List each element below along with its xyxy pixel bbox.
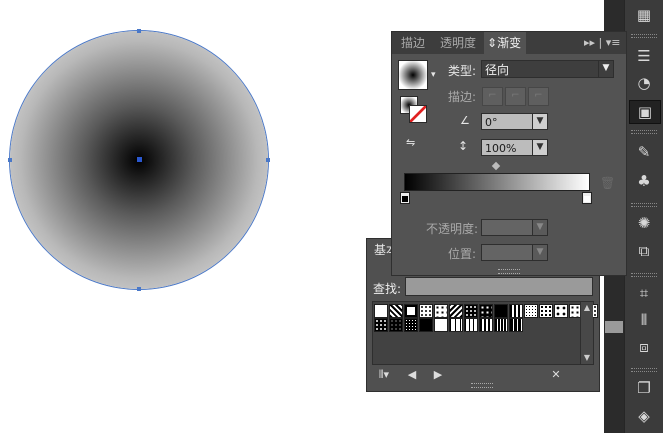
symbol-icon[interactable]: ✺ xyxy=(629,212,659,234)
opacity-input xyxy=(481,219,533,236)
swatch[interactable] xyxy=(464,318,478,332)
angle-dropdown-icon[interactable]: ▼ xyxy=(532,113,548,130)
center-point[interactable] xyxy=(137,157,142,162)
resize-grip[interactable] xyxy=(471,383,493,388)
align-icon[interactable]: ⌗ xyxy=(629,282,659,304)
swatch[interactable] xyxy=(389,304,403,318)
stroke-across-icon: ⌐ xyxy=(528,87,549,106)
resize-grip[interactable] xyxy=(498,269,520,274)
trash-icon[interactable]: 🗑 xyxy=(600,176,615,190)
tab-gradient[interactable]: ⇕渐变 xyxy=(484,32,527,54)
library-menu-icon[interactable]: ⫴▾ xyxy=(375,368,393,384)
dock-grip[interactable] xyxy=(631,273,657,277)
search-label: 查找: xyxy=(373,282,402,296)
swatch-grid[interactable]: ▲ ▼ xyxy=(372,301,598,365)
no-stroke-swatch[interactable] xyxy=(409,105,427,123)
gradient-slider[interactable] xyxy=(404,173,590,191)
transform-icon[interactable]: ⧉ xyxy=(629,240,659,262)
swatch[interactable] xyxy=(374,318,388,332)
swatch[interactable] xyxy=(509,318,523,332)
panel-menu-icon[interactable]: ▸▸ | ▾≡ xyxy=(584,32,620,54)
club-icon[interactable]: ♣ xyxy=(629,170,659,192)
layers-icon[interactable]: ◈ xyxy=(629,405,659,427)
swatch[interactable] xyxy=(449,304,463,318)
scroll-down-icon[interactable]: ▼ xyxy=(581,352,593,364)
gutter-scroll-thumb[interactable] xyxy=(605,321,623,333)
swatch-scrollbar[interactable]: ▲ ▼ xyxy=(580,302,593,364)
gradient-preview-swatch[interactable] xyxy=(398,60,428,90)
swatch[interactable] xyxy=(374,304,388,318)
swatch[interactable] xyxy=(494,318,508,332)
gradient-stop-white[interactable] xyxy=(582,192,592,204)
dock-grip[interactable] xyxy=(631,130,657,134)
swatch[interactable] xyxy=(554,304,568,318)
stroke-along-icon: ⌐ xyxy=(505,87,526,106)
menu-icon[interactable]: ☰ xyxy=(629,45,659,67)
aspect-ratio-icon: ↕ xyxy=(458,139,469,153)
gradient-icon[interactable]: ▣ xyxy=(629,100,661,124)
swatch[interactable] xyxy=(494,304,508,318)
aspect-dropdown-icon[interactable]: ▼ xyxy=(532,139,548,156)
tab-gradient-label: 渐变 xyxy=(497,36,522,50)
anchor-point-left[interactable] xyxy=(8,158,12,162)
swatch[interactable] xyxy=(524,304,538,318)
swatch[interactable] xyxy=(389,318,403,332)
dock-grip[interactable] xyxy=(631,368,657,372)
swatch[interactable] xyxy=(464,304,478,318)
shapes-icon[interactable]: ◔ xyxy=(629,72,659,94)
stroke-label: 描边: xyxy=(448,90,477,104)
location-label: 位置: xyxy=(448,247,477,261)
align-left-icon[interactable]: ⫴ xyxy=(629,309,659,331)
angle-icon: ∠ xyxy=(460,114,470,127)
sort-arrows-icon: ⇕ xyxy=(487,36,498,50)
swatch[interactable] xyxy=(404,304,418,318)
swatch-options-icon[interactable]: ✕ xyxy=(547,368,565,384)
anchor-point-right[interactable] xyxy=(266,158,270,162)
swatch[interactable] xyxy=(419,304,433,318)
gradient-panel: 描边 透明度 ⇕渐变 ▸▸ | ▾≡ ▾ 类型: 径向 ▼ 描边: ⌐ ⌐ ⌐ … xyxy=(391,31,627,276)
swatch[interactable] xyxy=(449,318,463,332)
swatch-row xyxy=(374,304,599,318)
anchor-point-bottom[interactable] xyxy=(137,287,141,291)
artboards-icon[interactable]: ❐ xyxy=(629,377,659,399)
opacity-dropdown-icon: ▼ xyxy=(532,219,548,236)
dock-grip[interactable] xyxy=(631,34,657,38)
location-dropdown-icon: ▼ xyxy=(532,244,548,261)
swatch[interactable] xyxy=(404,318,418,332)
swatch[interactable] xyxy=(509,304,523,318)
swatches-footer: ⫴▾ ◀ ▶ ✕ xyxy=(367,365,599,388)
panel-dock: ▦ ☰ ◔ ▣ ✎ ♣ ✺ ⧉ ⌗ ⫴ ⧈ ❐ ◈ xyxy=(624,0,663,433)
scroll-up-icon[interactable]: ▲ xyxy=(581,302,593,314)
swatch[interactable] xyxy=(419,318,433,332)
tab-transparency[interactable]: 透明度 xyxy=(440,32,476,54)
gradient-midpoint[interactable] xyxy=(491,161,501,171)
chevron-down-icon[interactable]: ▾ xyxy=(431,70,436,80)
grid-icon[interactable]: ▦ xyxy=(629,4,659,26)
type-select[interactable]: 径向 xyxy=(481,60,605,78)
next-icon[interactable]: ▶ xyxy=(429,368,447,384)
reverse-gradient-icon[interactable]: ⇋ xyxy=(406,136,415,149)
search-input[interactable] xyxy=(405,277,593,296)
swatch-row xyxy=(374,318,524,332)
pathfinder-icon[interactable]: ⧈ xyxy=(629,336,659,358)
gradient-stop-black[interactable] xyxy=(400,192,410,204)
brush-icon[interactable]: ✎ xyxy=(629,141,659,163)
tab-stroke[interactable]: 描边 xyxy=(401,32,425,54)
location-input xyxy=(481,244,533,261)
swatch[interactable] xyxy=(479,304,493,318)
stroke-within-icon: ⌐ xyxy=(482,87,503,106)
swatch[interactable] xyxy=(434,318,448,332)
gradient-tabbar: 描边 透明度 ⇕渐变 ▸▸ | ▾≡ xyxy=(392,32,626,54)
opacity-label: 不透明度: xyxy=(426,222,479,236)
swatch[interactable] xyxy=(479,318,493,332)
angle-input[interactable]: 0° xyxy=(481,113,533,130)
type-dropdown-icon[interactable]: ▼ xyxy=(598,60,614,78)
swatch[interactable] xyxy=(539,304,553,318)
aspect-ratio-input[interactable]: 100% xyxy=(481,139,533,156)
swatch[interactable] xyxy=(434,304,448,318)
dock-grip[interactable] xyxy=(631,203,657,207)
previous-icon[interactable]: ◀ xyxy=(403,368,421,384)
anchor-point-top[interactable] xyxy=(137,29,141,33)
type-label: 类型: xyxy=(448,64,477,78)
